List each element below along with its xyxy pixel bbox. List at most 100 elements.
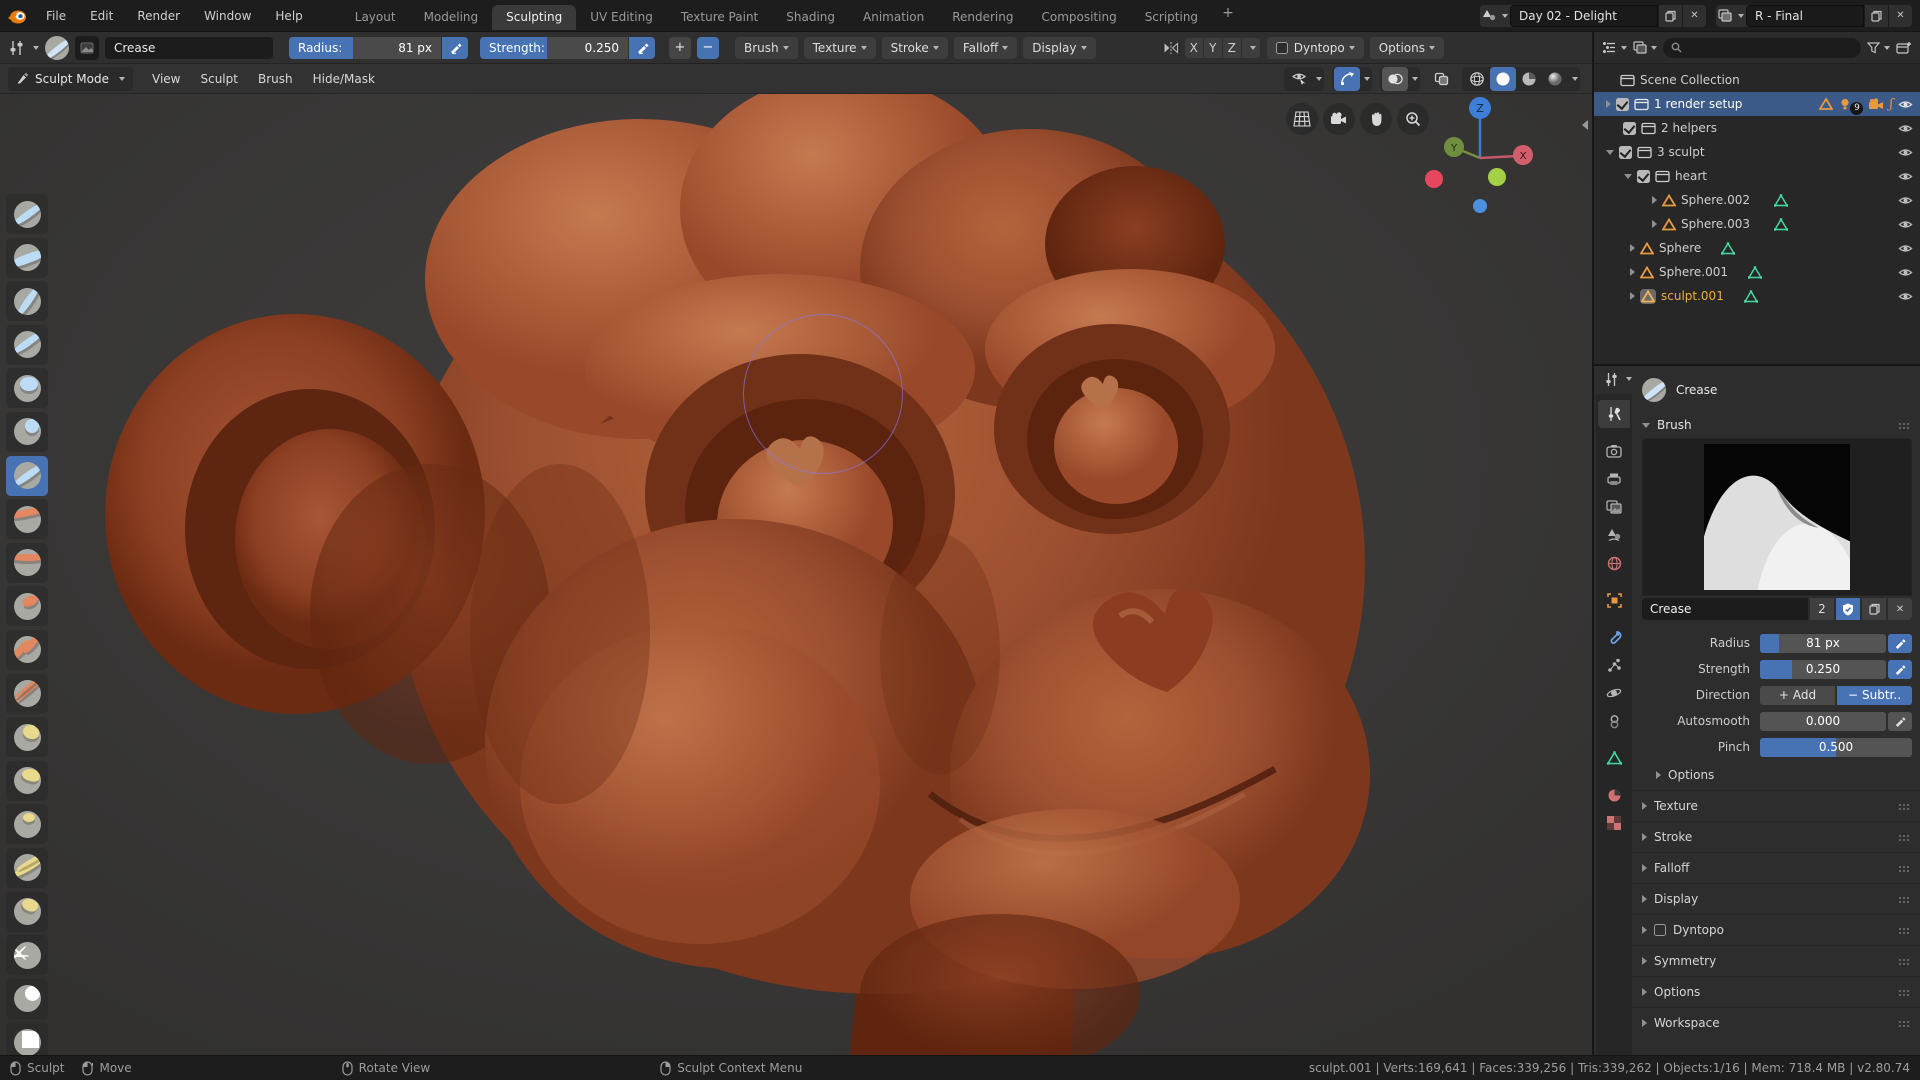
section-display[interactable]: Display [1632, 883, 1920, 914]
texture-popover[interactable]: Texture [803, 36, 876, 59]
new-collection-button[interactable] [1896, 41, 1912, 55]
eye-icon[interactable] [1898, 146, 1913, 159]
tool-clay[interactable] [6, 237, 48, 278]
menu-help[interactable]: Help [263, 0, 314, 32]
expand-arrow-icon[interactable] [1606, 100, 1611, 108]
texture-slot-button[interactable] [75, 35, 99, 60]
direction-subtract-toggle[interactable]: − [697, 36, 719, 59]
menu-render[interactable]: Render [125, 0, 192, 32]
outliner-row-render-setup[interactable]: 1 render setup 9 ʃ [1594, 92, 1920, 116]
tab-physics[interactable] [1598, 679, 1630, 707]
chevron-down-icon[interactable] [1316, 76, 1322, 81]
radius-value-slider[interactable]: 81 px [1760, 633, 1886, 653]
autosmooth-value-slider[interactable]: 0.000 [1760, 711, 1886, 731]
direction-subtract-button[interactable]: − Subtr.. [1837, 685, 1912, 705]
tab-view-layer[interactable] [1598, 493, 1630, 521]
collection-checkbox[interactable] [1637, 169, 1650, 183]
view-layer-icon[interactable] [1716, 4, 1746, 27]
gizmo-minus-z-axis[interactable] [1473, 199, 1487, 213]
tab-constraints[interactable] [1598, 707, 1630, 735]
tool-flatten[interactable] [6, 542, 48, 583]
tab-object[interactable] [1598, 586, 1630, 614]
tab-scripting[interactable]: Scripting [1131, 5, 1212, 30]
view-layer-name-field[interactable]: R - Final [1746, 4, 1864, 27]
chevron-down-icon[interactable] [1572, 76, 1578, 81]
eye-icon[interactable] [1898, 242, 1913, 255]
users-count-button[interactable]: 2 [1810, 598, 1834, 620]
tool-simplify[interactable] [6, 935, 48, 976]
tab-modeling[interactable]: Modeling [410, 5, 493, 30]
grid-view-button[interactable] [1286, 103, 1318, 135]
menu-window[interactable]: Window [192, 0, 263, 32]
tab-shading[interactable]: Shading [772, 5, 849, 30]
collapse-arrow-icon[interactable] [1606, 149, 1614, 155]
eye-icon[interactable] [1898, 122, 1913, 135]
brush-panel-header[interactable]: Brush [1642, 412, 1912, 438]
gizmo-minus-x-axis[interactable] [1425, 170, 1443, 188]
brush-name-field[interactable]: Crease [105, 36, 273, 59]
gizmos-toggle[interactable] [1334, 66, 1360, 91]
camera-view-button[interactable] [1323, 103, 1355, 135]
options-subpanel-header[interactable]: Options [1642, 760, 1912, 790]
brush-preview-ball-icon[interactable] [45, 35, 69, 60]
fake-user-shield-button[interactable] [1836, 598, 1860, 620]
tab-texture-paint[interactable]: Texture Paint [667, 5, 772, 30]
section-texture[interactable]: Texture [1632, 790, 1920, 821]
pan-view-button[interactable] [1360, 103, 1392, 135]
symmetry-z-toggle[interactable]: Z [1222, 37, 1242, 58]
tab-animation[interactable]: Animation [849, 5, 938, 30]
panel-grip-icon[interactable] [1898, 421, 1912, 429]
scene-icon[interactable] [1480, 4, 1510, 27]
expand-arrow-icon[interactable] [1630, 292, 1635, 300]
radius-slider[interactable]: Radius: 81 px [289, 36, 441, 59]
tool-fill[interactable] [6, 586, 48, 627]
navigation-gizmo[interactable]: Z Y X [1418, 94, 1538, 219]
tool-inflate[interactable] [6, 368, 48, 409]
direction-add-button[interactable]: + Add [1760, 685, 1835, 705]
tool-snake-hook[interactable] [6, 760, 48, 801]
eye-icon[interactable] [1898, 218, 1913, 231]
tab-scene[interactable] [1598, 521, 1630, 549]
tool-nudge[interactable] [6, 847, 48, 888]
expand-arrow-icon[interactable] [1630, 268, 1635, 276]
collapse-arrow-icon[interactable] [1624, 173, 1632, 179]
tab-modifiers[interactable] [1598, 623, 1630, 651]
expand-arrow-icon[interactable] [1652, 196, 1657, 204]
mode-dropdown[interactable]: Sculpt Mode [8, 66, 133, 91]
expand-arrow-icon[interactable] [1652, 220, 1657, 228]
tool-blob[interactable] [6, 411, 48, 452]
strength-value-slider[interactable]: 0.250 [1760, 659, 1886, 679]
tab-active-tool[interactable] [1598, 400, 1630, 428]
3d-viewport[interactable]: Z Y X [0, 94, 1592, 1055]
outliner-search-input[interactable] [1663, 37, 1861, 58]
tool-clay-strips[interactable] [6, 281, 48, 322]
outliner-row-sphere-002[interactable]: Sphere.002 [1594, 188, 1920, 212]
editor-type-button[interactable] [1602, 41, 1627, 54]
symmetry-more-dropdown[interactable] [1241, 37, 1261, 58]
section-options[interactable]: Options [1632, 976, 1920, 1007]
viewport-menu-brush[interactable]: Brush [249, 64, 302, 94]
filter-button[interactable] [1867, 41, 1890, 54]
outliner-row-helpers[interactable]: 2 helpers [1594, 116, 1920, 140]
tool-layer[interactable] [6, 324, 48, 365]
tab-sculpting[interactable]: Sculpting [492, 5, 577, 30]
strength-slider[interactable]: Strength: 0.250 [480, 36, 628, 59]
tab-render[interactable] [1598, 437, 1630, 465]
strength-pressure-button[interactable] [629, 36, 655, 59]
tab-compositing[interactable]: Compositing [1027, 5, 1130, 30]
tool-rotate[interactable] [6, 891, 48, 932]
options-popover[interactable]: Options [1369, 36, 1444, 59]
outliner-row-sphere-003[interactable]: Sphere.003 [1594, 212, 1920, 236]
symmetry-x-toggle[interactable]: X [1184, 37, 1204, 58]
shading-material-button[interactable] [1516, 67, 1542, 91]
dyntopo-section-checkbox[interactable] [1654, 924, 1666, 936]
viewport-menu-hide-mask[interactable]: Hide/Mask [304, 64, 384, 94]
menu-edit[interactable]: Edit [78, 0, 125, 32]
outliner-row-sphere-001[interactable]: Sphere.001 [1594, 260, 1920, 284]
section-workspace[interactable]: Workspace [1632, 1007, 1920, 1038]
outliner-row-sculpt-collection[interactable]: 3 sculpt [1594, 140, 1920, 164]
tab-rendering[interactable]: Rendering [938, 5, 1027, 30]
section-stroke[interactable]: Stroke [1632, 821, 1920, 852]
blender-logo-icon[interactable] [0, 8, 34, 24]
collection-checkbox[interactable] [1623, 121, 1636, 135]
